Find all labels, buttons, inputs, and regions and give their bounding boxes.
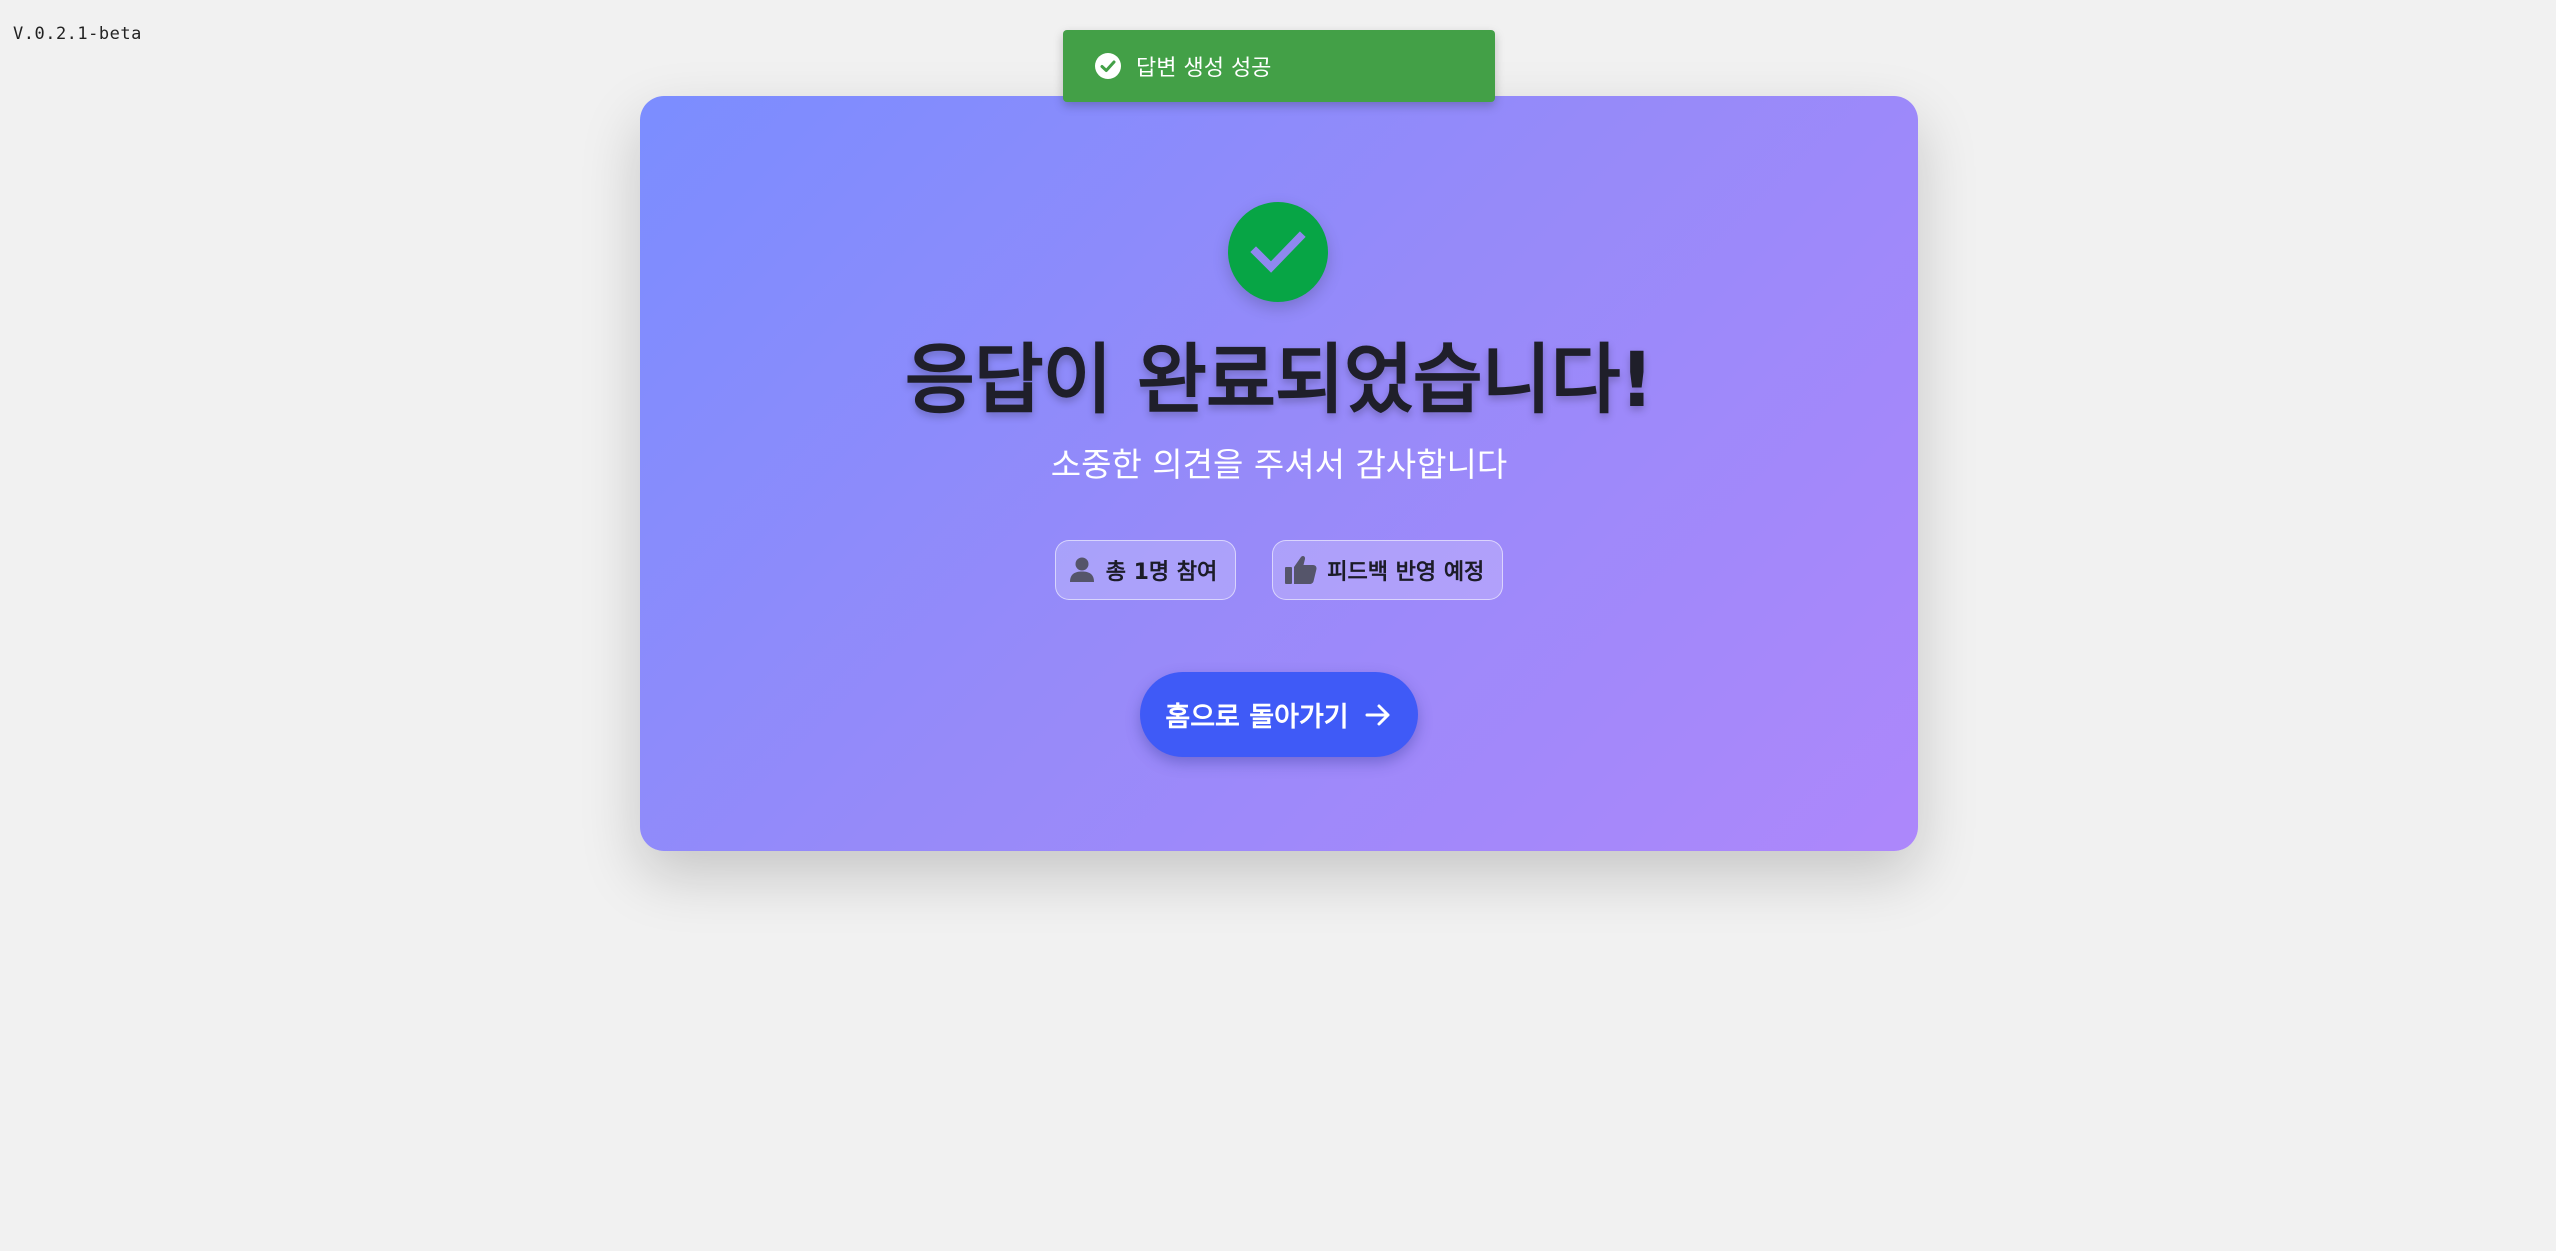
participants-label: 총 1명 참여 [1105, 560, 1218, 585]
feedback-label: 피드백 반영 예정 [1327, 560, 1485, 585]
arrow-right-icon [1363, 700, 1393, 730]
check-circle-icon [1094, 52, 1122, 80]
feedback-badge: 피드백 반영 예정 [1272, 540, 1504, 600]
go-home-label: 홈으로 돌아가기 [1165, 702, 1349, 733]
toast-message: 답변 생성 성공 [1136, 56, 1272, 81]
participants-badge: 총 1명 참여 [1054, 540, 1237, 600]
check-icon [1250, 231, 1306, 273]
stats-badges: 총 1명 참여 피드백 반영 예정 [640, 540, 1918, 600]
version-label: V.0.2.1-beta [13, 24, 142, 44]
person-icon [1066, 554, 1098, 586]
success-toast: 답변 생성 성공 [1063, 30, 1495, 102]
thumbs-up-icon [1283, 554, 1319, 586]
go-home-button[interactable]: 홈으로 돌아가기 [1140, 672, 1418, 757]
page-title: 응답이 완료되었습니다! [904, 335, 1654, 424]
completion-card: 응답이 완료되었습니다! 소중한 의견을 주셔서 감사합니다 총 1명 참여 피… [640, 96, 1918, 851]
success-badge [1228, 202, 1328, 302]
page-subtitle: 소중한 의견을 주셔서 감사합니다 [1050, 445, 1508, 484]
